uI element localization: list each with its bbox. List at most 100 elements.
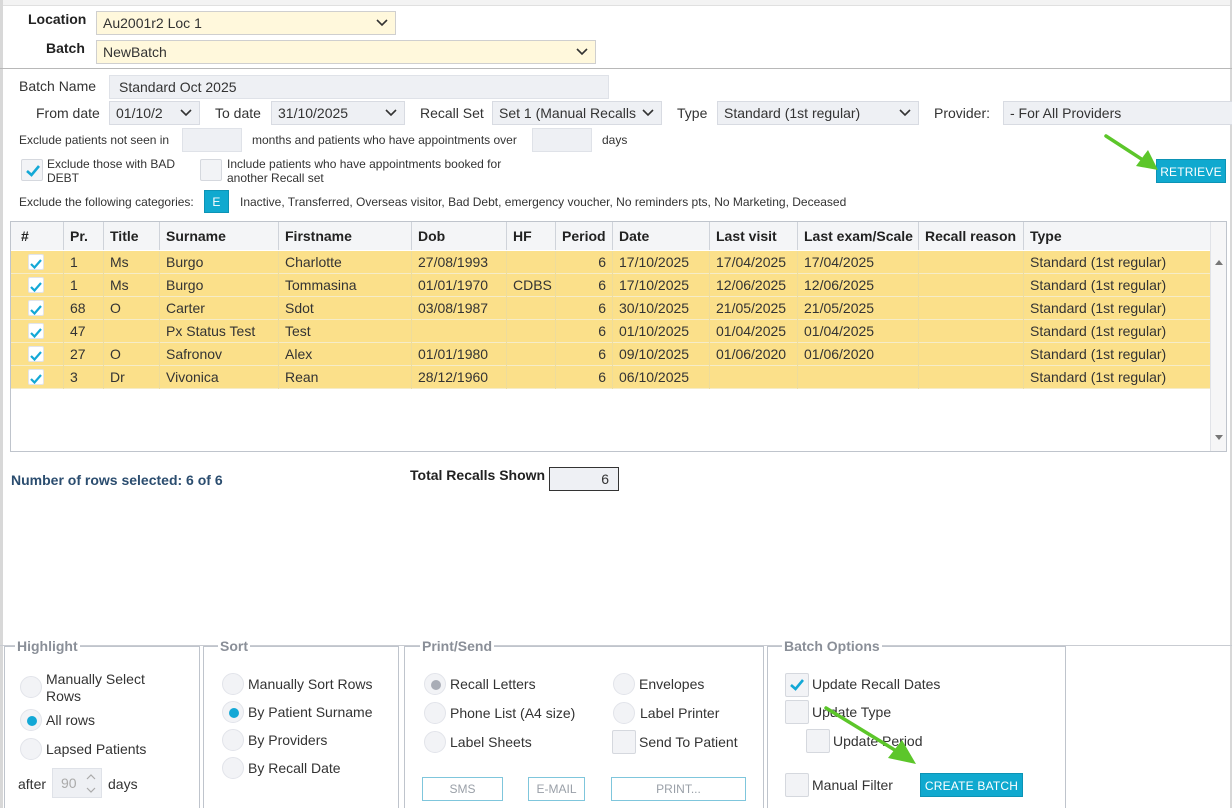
- cell-hf: CDBS: [507, 274, 556, 297]
- months-text: months and patients who have appointment…: [252, 133, 517, 147]
- header-recall-reason[interactable]: Recall reason: [919, 222, 1024, 250]
- spinner-up-icon[interactable]: [86, 773, 96, 781]
- checkmark-icon: [30, 282, 42, 293]
- cell-date: 06/10/2025: [613, 366, 710, 389]
- row-checkbox[interactable]: [28, 369, 44, 385]
- header-hf[interactable]: HF: [507, 222, 556, 250]
- recall-set-value: Set 1 (Manual Recalls: [499, 105, 636, 121]
- table-row[interactable]: 1 Ms Burgo Tommasina 01/01/1970 CDBS 6 1…: [11, 274, 1210, 297]
- after-days-label: days: [108, 776, 138, 792]
- cell-last-exam: 01/04/2025: [798, 320, 919, 343]
- update-recall-dates-checkbox[interactable]: [785, 673, 809, 697]
- cell-date: 01/10/2025: [613, 320, 710, 343]
- months-input[interactable]: [182, 128, 242, 152]
- lapsed-patients-radio[interactable]: [20, 738, 42, 760]
- header-period[interactable]: Period: [556, 222, 613, 250]
- from-date-select[interactable]: 01/10/2: [109, 101, 200, 125]
- provider-select[interactable]: - For All Providers: [1003, 101, 1232, 125]
- sms-button[interactable]: SMS: [422, 777, 503, 801]
- sort-recall-date-radio[interactable]: [222, 757, 244, 779]
- lapsed-days-spinner[interactable]: 90: [52, 768, 102, 798]
- cell-title: Dr: [104, 366, 160, 389]
- cell-date: 09/10/2025: [613, 343, 710, 366]
- header-surname[interactable]: Surname: [160, 222, 279, 250]
- table-row[interactable]: 1 Ms Burgo Charlotte 27/08/1993 6 17/10/…: [11, 251, 1210, 274]
- bad-debt-checkbox[interactable]: [21, 159, 43, 181]
- all-rows-radio[interactable]: [20, 709, 42, 731]
- manual-filter-checkbox[interactable]: [785, 773, 809, 797]
- label-printer-radio[interactable]: [613, 702, 635, 724]
- type-select[interactable]: Standard (1st regular): [717, 101, 919, 125]
- table-row[interactable]: 68 O Carter Sdot 03/08/1987 6 30/10/2025…: [11, 297, 1210, 320]
- table-row[interactable]: 47 Px Status Test Test 6 01/10/2025 01/0…: [11, 320, 1210, 343]
- type-label: Type: [677, 105, 708, 121]
- recall-letters-label: Recall Letters: [450, 676, 536, 692]
- cell-surname: Carter: [160, 297, 279, 320]
- cell-type: Standard (1st regular): [1030, 323, 1167, 339]
- cell-hf: [507, 251, 556, 274]
- create-batch-button[interactable]: CREATE BATCH: [920, 773, 1023, 797]
- row-checkbox[interactable]: [28, 277, 44, 293]
- row-checkbox[interactable]: [28, 254, 44, 270]
- row-checkbox[interactable]: [28, 323, 44, 339]
- include-booked-checkbox[interactable]: [200, 159, 222, 181]
- window-top-edge: [0, 0, 1232, 6]
- label-sheets-radio[interactable]: [424, 731, 446, 753]
- to-date-value: 31/10/2025: [278, 105, 349, 121]
- table-row[interactable]: 27 O Safronov Alex 01/01/1980 6 09/10/20…: [11, 343, 1210, 366]
- batch-name-input[interactable]: Standard Oct 2025: [109, 75, 609, 99]
- checkmark-icon: [30, 259, 42, 270]
- checkmark-icon: [30, 374, 42, 385]
- row-checkbox[interactable]: [28, 346, 44, 362]
- days-input[interactable]: [532, 128, 592, 152]
- envelopes-radio[interactable]: [613, 673, 635, 695]
- header-last-visit[interactable]: Last visit: [710, 222, 798, 250]
- from-date-label: From date: [36, 105, 100, 121]
- header-last-exam[interactable]: Last exam/Scale: [798, 222, 919, 250]
- batch-select[interactable]: NewBatch: [96, 40, 596, 64]
- cell-provider: 1: [64, 274, 104, 297]
- sort-manual-radio[interactable]: [222, 673, 244, 695]
- cell-title: Ms: [104, 274, 160, 297]
- location-select[interactable]: Au2001r2 Loc 1: [96, 11, 396, 35]
- manual-select-radio[interactable]: [20, 676, 42, 698]
- highlight-legend: Highlight: [15, 638, 80, 654]
- retrieve-button[interactable]: RETRIEVE: [1156, 159, 1226, 183]
- cell-period: 6: [556, 343, 613, 366]
- phone-list-radio[interactable]: [424, 702, 446, 724]
- header-provider[interactable]: Pr.: [64, 222, 104, 250]
- categories-edit-button[interactable]: E: [204, 190, 229, 213]
- header-date[interactable]: Date: [613, 222, 710, 250]
- print-button[interactable]: PRINT...: [611, 777, 746, 801]
- table-row[interactable]: 3 Dr Vivonica Rean 28/12/1960 6 06/10/20…: [11, 366, 1210, 389]
- header-select[interactable]: #: [11, 222, 64, 250]
- excluded-categories-text: Inactive, Transferred, Overseas visitor,…: [240, 195, 847, 209]
- cell-dob: 03/08/1987: [412, 297, 507, 320]
- sort-surname-radio[interactable]: [222, 701, 244, 723]
- header-dob[interactable]: Dob: [412, 222, 507, 250]
- batch-value: NewBatch: [103, 44, 167, 60]
- cell-provider: 1: [64, 251, 104, 274]
- spinner-down-icon[interactable]: [86, 786, 96, 794]
- cell-date: 17/10/2025: [613, 274, 710, 297]
- chevron-down-icon: [376, 19, 388, 27]
- row-checkbox[interactable]: [28, 300, 44, 316]
- table-scrollbar[interactable]: [1210, 222, 1226, 451]
- recall-set-select[interactable]: Set 1 (Manual Recalls: [492, 101, 662, 125]
- batch-name-label: Batch Name: [19, 78, 97, 94]
- scroll-up-icon[interactable]: [1214, 258, 1224, 266]
- update-type-checkbox[interactable]: [785, 700, 809, 724]
- cell-last-visit: 12/06/2025: [710, 274, 798, 297]
- email-button[interactable]: E-MAIL: [528, 777, 585, 801]
- cell-hf: [507, 366, 556, 389]
- table-header: # Pr. Title Surname Firstname Dob HF Per…: [11, 222, 1210, 250]
- send-to-patient-checkbox[interactable]: [612, 730, 636, 754]
- header-type[interactable]: Type: [1024, 222, 1210, 250]
- scroll-down-icon[interactable]: [1214, 434, 1224, 442]
- to-date-select[interactable]: 31/10/2025: [271, 101, 405, 125]
- header-title[interactable]: Title: [104, 222, 160, 250]
- sort-providers-radio[interactable]: [222, 729, 244, 751]
- chevron-down-icon: [899, 109, 911, 117]
- header-firstname[interactable]: Firstname: [279, 222, 412, 250]
- recall-letters-radio[interactable]: [424, 673, 446, 695]
